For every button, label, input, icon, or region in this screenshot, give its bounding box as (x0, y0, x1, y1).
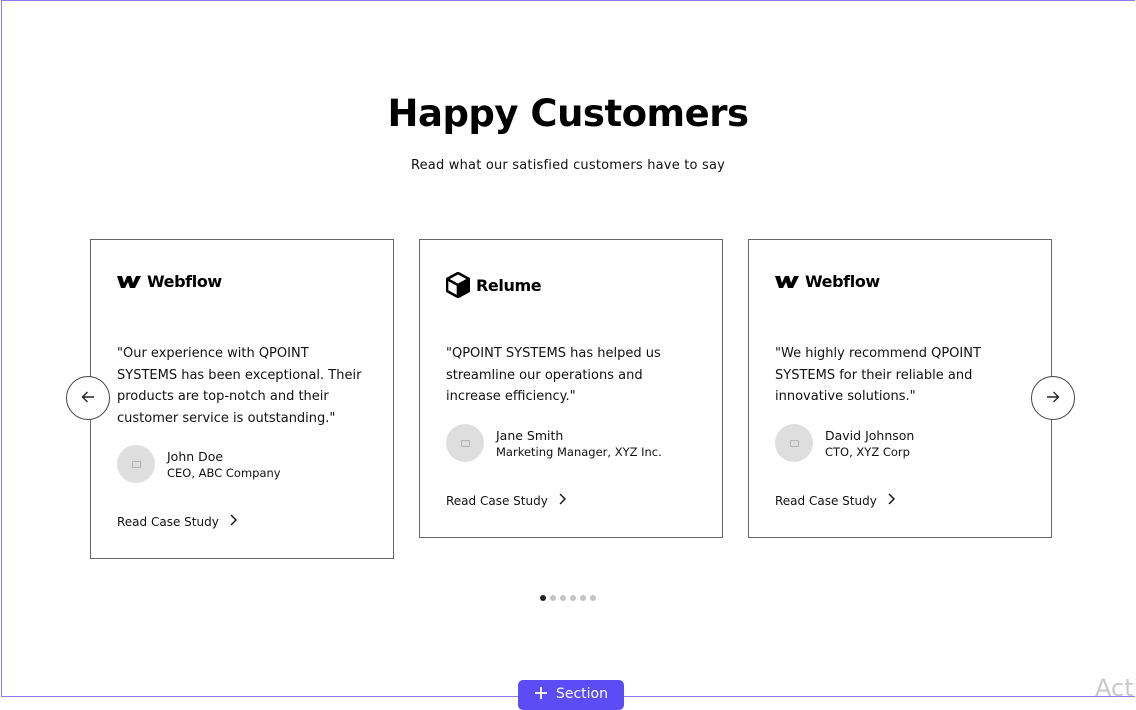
arrow-left-icon (81, 389, 95, 408)
section-title: Happy Customers (387, 92, 749, 135)
chevron-right-icon (558, 493, 566, 508)
company-name: Webflow (805, 272, 880, 291)
author: Jane Smith Marketing Manager, XYZ Inc. (446, 424, 662, 462)
read-case-study-link[interactable]: Read Case Study (775, 493, 895, 508)
company-logo: Webflow (117, 272, 222, 291)
pagination-dot[interactable] (570, 595, 576, 601)
chevron-right-icon (229, 514, 237, 529)
avatar (446, 424, 484, 462)
pagination-dot[interactable] (560, 595, 566, 601)
webflow-logo-icon (117, 274, 141, 289)
read-case-study-link[interactable]: Read Case Study (117, 514, 237, 529)
section-subtitle: Read what our satisfied customers have t… (410, 158, 726, 173)
avatar (117, 445, 155, 483)
company-logo: Webflow (775, 272, 880, 291)
pagination-dot[interactable] (590, 595, 596, 601)
testimonial-card: Relume "QPOINT SYSTEMS has helped us str… (419, 239, 723, 538)
testimonial-card: Webflow "Our experience with QPOINT SYST… (90, 239, 394, 559)
carousel-prev-button[interactable] (66, 376, 110, 420)
relume-logo-icon (446, 272, 470, 298)
author-role: Marketing Manager, XYZ Inc. (496, 444, 662, 459)
author-role: CTO, XYZ Corp (825, 444, 910, 459)
company-name: Relume (476, 275, 542, 295)
author: David Johnson CTO, XYZ Corp (775, 424, 914, 462)
author-name: John Doe (167, 448, 224, 464)
author-name: Jane Smith (496, 427, 564, 443)
carousel-pagination (540, 595, 596, 601)
chevron-right-icon (887, 493, 895, 508)
testimonial-quote: "Our experience with QPOINT SYSTEMS has … (117, 346, 362, 426)
testimonial-quote: "QPOINT SYSTEMS has helped us streamline… (446, 346, 661, 404)
avatar (775, 424, 813, 462)
author: John Doe CEO, ABC Company (117, 445, 281, 483)
arrow-right-icon (1046, 389, 1060, 408)
add-section-button[interactable]: Section (518, 680, 624, 710)
read-case-study-label: Read Case Study (117, 514, 219, 529)
company-logo: Relume (446, 272, 542, 298)
testimonial-card: Webflow "We highly recommend QPOINT SYST… (748, 239, 1052, 538)
image-placeholder-icon (460, 439, 470, 447)
plus-icon (534, 686, 548, 704)
activation-watermark: Acti (1095, 674, 1136, 702)
author-name: David Johnson (825, 427, 915, 443)
pagination-dot[interactable] (540, 595, 546, 601)
pagination-dot[interactable] (580, 595, 586, 601)
add-section-label: Section (555, 686, 608, 702)
read-case-study-link[interactable]: Read Case Study (446, 493, 566, 508)
read-case-study-label: Read Case Study (775, 493, 877, 508)
company-name: Webflow (147, 272, 222, 291)
image-placeholder-icon (789, 439, 799, 447)
image-placeholder-icon (131, 460, 141, 468)
carousel-next-button[interactable] (1031, 376, 1075, 420)
testimonial-quote: "We highly recommend QPOINT SYSTEMS for … (775, 346, 981, 404)
read-case-study-label: Read Case Study (446, 493, 548, 508)
author-role: CEO, ABC Company (167, 465, 281, 480)
webflow-logo-icon (775, 274, 799, 289)
pagination-dot[interactable] (550, 595, 556, 601)
